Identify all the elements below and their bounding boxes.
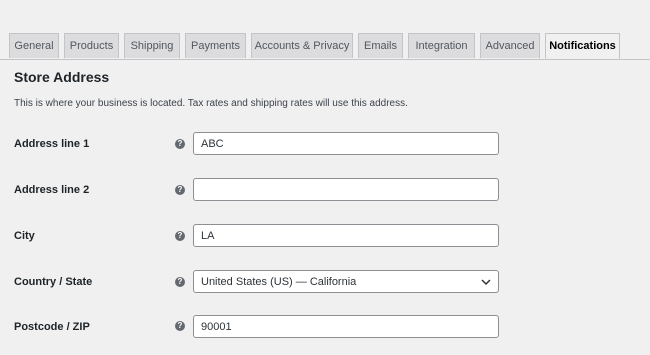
city-input[interactable] [193, 224, 499, 247]
tab-shipping[interactable]: Shipping [124, 33, 180, 58]
help-icon[interactable]: ? [175, 277, 185, 287]
help-icon[interactable]: ? [175, 231, 185, 241]
section-description: This is where your business is located. … [14, 98, 408, 109]
chevron-down-icon [481, 278, 491, 285]
tab-products[interactable]: Products [64, 33, 119, 58]
tab-integration[interactable]: Integration [408, 33, 475, 58]
tab-notifications[interactable]: Notifications [545, 33, 620, 59]
tab-advanced[interactable]: Advanced [480, 33, 540, 58]
country-state-label: Country / State [14, 276, 93, 288]
tab-accounts-privacy[interactable]: Accounts & Privacy [251, 33, 353, 58]
section-title: Store Address [14, 69, 110, 85]
country-state-select[interactable]: United States (US) — California [193, 270, 499, 293]
address-line-1-input[interactable] [193, 132, 499, 155]
help-icon[interactable]: ? [175, 139, 185, 149]
postcode-input[interactable] [193, 315, 499, 338]
help-icon[interactable]: ? [175, 321, 185, 331]
postcode-label: Postcode / ZIP [14, 321, 90, 333]
tab-emails[interactable]: Emails [358, 33, 403, 58]
tab-payments[interactable]: Payments [185, 33, 246, 58]
help-icon[interactable]: ? [175, 185, 185, 195]
address-line-2-label: Address line 2 [14, 184, 90, 196]
settings-tab-bar: General Products Shipping Payments Accou… [0, 33, 650, 60]
address-line-1-label: Address line 1 [14, 138, 90, 150]
city-label: City [14, 230, 35, 242]
address-line-2-input[interactable] [193, 178, 499, 201]
country-state-value: United States (US) — California [201, 275, 357, 288]
tab-general[interactable]: General [9, 33, 59, 58]
